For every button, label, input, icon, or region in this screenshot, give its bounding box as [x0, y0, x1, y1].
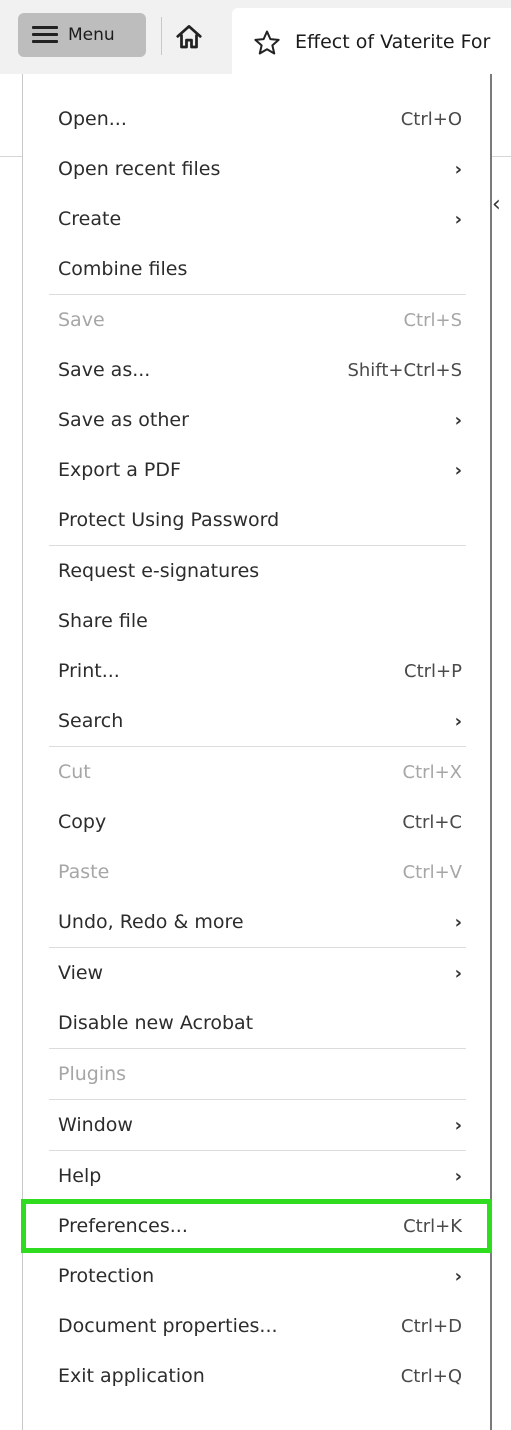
menu-item-copy[interactable]: Copy Ctrl+C: [23, 797, 490, 847]
top-toolbar: Menu Effect of Vaterite For: [0, 0, 511, 74]
chevron-right-icon: ›: [454, 962, 462, 984]
menu-item-plugins: Plugins: [58, 1063, 127, 1085]
menu-item-view[interactable]: View ›: [23, 948, 490, 998]
menu-item-share-file[interactable]: Share file: [23, 596, 490, 646]
star-icon[interactable]: [252, 28, 282, 58]
menu-item-document-properties[interactable]: Document properties... Ctrl+D: [23, 1301, 490, 1351]
menu-item-cut: Cut Ctrl+X: [58, 761, 462, 783]
menu-item-help[interactable]: Help ›: [23, 1151, 490, 1201]
menu-item-exit-application[interactable]: Exit application Ctrl+Q: [23, 1351, 490, 1401]
menu-item-protection[interactable]: Protection ›: [23, 1251, 490, 1301]
menu-item-open-recent-files[interactable]: Open recent files ›: [23, 144, 490, 194]
menu-item-create[interactable]: Create ›: [23, 194, 490, 244]
chevron-right-icon: ›: [454, 1265, 462, 1287]
menu-item-disable-new-acrobat[interactable]: Disable new Acrobat: [23, 998, 490, 1048]
chevron-right-icon: ›: [454, 459, 462, 481]
chevron-right-icon: ›: [454, 911, 462, 933]
menu-item-undo-redo-more[interactable]: Undo, Redo & more ›: [23, 897, 490, 947]
tab-title: Effect of Vaterite For: [295, 31, 491, 53]
home-icon[interactable]: [174, 22, 204, 52]
chevron-left-icon[interactable]: ‹: [492, 192, 501, 217]
menu-item-save-as-other[interactable]: Save as other ›: [23, 395, 490, 445]
hamburger-icon: [32, 26, 58, 44]
chevron-right-icon: ›: [454, 208, 462, 230]
chevron-right-icon: ›: [454, 1114, 462, 1136]
menu-item-protect-using-password[interactable]: Protect Using Password: [23, 495, 490, 545]
menu-button[interactable]: Menu: [18, 13, 146, 57]
chevron-right-icon: ›: [454, 710, 462, 732]
menu-button-label: Menu: [68, 25, 115, 45]
menu-item-search[interactable]: Search ›: [23, 696, 490, 746]
document-tab[interactable]: Effect of Vaterite For: [232, 8, 511, 74]
menu-item-save: Save Ctrl+S: [58, 309, 462, 331]
chevron-right-icon: ›: [454, 1165, 462, 1187]
chevron-right-icon: ›: [454, 158, 462, 180]
menu-item-save-as[interactable]: Save as... Shift+Ctrl+S: [23, 345, 490, 395]
menu-item-paste: Paste Ctrl+V: [58, 861, 462, 883]
menu-item-open[interactable]: Open... Ctrl+O: [23, 94, 490, 144]
menu-item-combine-files[interactable]: Combine files: [23, 244, 490, 294]
menu-item-export-pdf[interactable]: Export a PDF ›: [23, 445, 490, 495]
main-menu-dropdown: Open... Ctrl+O Open recent files › Creat…: [21, 74, 492, 1430]
menu-item-print[interactable]: Print... Ctrl+P: [23, 646, 490, 696]
chevron-right-icon: ›: [454, 409, 462, 431]
menu-item-window[interactable]: Window ›: [23, 1100, 490, 1150]
menu-item-request-e-signatures[interactable]: Request e-signatures: [23, 546, 490, 596]
menu-item-preferences[interactable]: Preferences... Ctrl+K: [21, 1199, 492, 1253]
toolbar-divider: [161, 17, 162, 55]
